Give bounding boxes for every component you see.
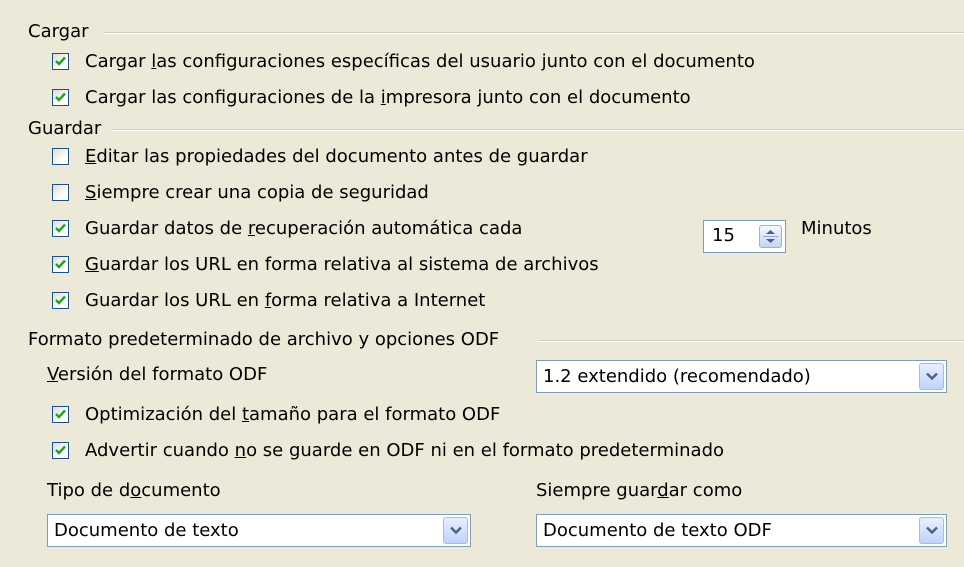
up-down-arrows-icon <box>763 230 778 243</box>
relative-url-internet-checkbox[interactable] <box>52 292 69 309</box>
autorecovery-minutes-value[interactable]: 15 <box>712 225 735 247</box>
dropdown-button[interactable] <box>919 363 944 390</box>
odf-section-title: Formato predeterminado de archivo y opci… <box>28 329 500 350</box>
always-save-as-label: Siempre guardar como <box>536 480 743 501</box>
odf-version-label: Versión del formato ODF <box>47 364 268 385</box>
backup-copy-label[interactable]: Siempre crear una copia de seguridad <box>85 182 429 204</box>
cargar-separator <box>103 32 964 34</box>
checkmark-icon <box>55 259 66 269</box>
checkmark-icon <box>55 223 66 233</box>
dropdown-button[interactable] <box>919 517 944 544</box>
spin-buttons[interactable] <box>759 225 782 248</box>
optimize-size-label[interactable]: Optimización del tamaño para el formato … <box>85 404 500 426</box>
odf-version-dropdown[interactable]: 1.2 extendido (recomendado) <box>536 360 947 393</box>
guardar-separator <box>112 129 964 131</box>
cargar-section-title: Cargar <box>28 21 89 42</box>
document-type-dropdown[interactable]: Documento de texto <box>47 514 471 547</box>
warn-non-odf-checkbox[interactable] <box>52 442 69 459</box>
document-type-label: Tipo de documento <box>47 480 221 501</box>
load-printer-settings-checkbox[interactable] <box>52 89 69 106</box>
relative-url-internet-label[interactable]: Guardar los URL en forma relativa a Inte… <box>85 290 485 312</box>
always-save-as-value: Documento de texto ODF <box>543 520 772 541</box>
warn-non-odf-label[interactable]: Advertir cuando no se guarde en ODF ni e… <box>85 440 724 462</box>
checkmark-icon <box>55 92 66 102</box>
relative-url-filesystem-checkbox[interactable] <box>52 256 69 273</box>
guardar-section-title: Guardar <box>28 118 102 139</box>
chevron-down-icon <box>926 372 938 381</box>
edit-properties-checkbox[interactable] <box>52 148 69 165</box>
load-user-settings-label[interactable]: Cargar las configuraciones específicas d… <box>85 51 755 73</box>
checkmark-icon <box>55 56 66 66</box>
dropdown-button[interactable] <box>443 517 468 544</box>
minutes-label: Minutos <box>801 218 872 239</box>
autorecovery-label[interactable]: Guardar datos de recuperación automática… <box>85 218 522 240</box>
checkmark-icon <box>55 295 66 305</box>
checkmark-icon <box>55 409 66 419</box>
backup-copy-checkbox[interactable] <box>52 184 69 201</box>
document-type-value: Documento de texto <box>54 520 239 541</box>
relative-url-filesystem-label[interactable]: Guardar los URL en forma relativa al sis… <box>85 254 599 276</box>
load-printer-settings-label[interactable]: Cargar las configuraciones de la impreso… <box>85 87 691 109</box>
chevron-down-icon <box>926 526 938 535</box>
edit-properties-label[interactable]: Editar las propiedades del documento ant… <box>85 146 588 168</box>
odf-version-value: 1.2 extendido (recomendado) <box>543 366 811 387</box>
always-save-as-dropdown[interactable]: Documento de texto ODF <box>536 514 947 547</box>
odf-separator <box>538 340 964 342</box>
autorecovery-minutes-spinner[interactable]: 15 <box>703 220 786 253</box>
checkmark-icon <box>55 445 66 455</box>
load-user-settings-checkbox[interactable] <box>52 53 69 70</box>
optimize-size-checkbox[interactable] <box>52 406 69 423</box>
chevron-down-icon <box>450 526 462 535</box>
autorecovery-checkbox[interactable] <box>52 220 69 237</box>
